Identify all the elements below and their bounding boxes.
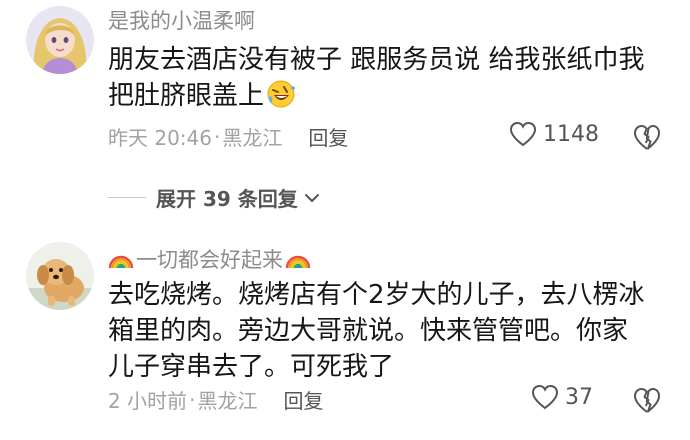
location: 黑龙江 (222, 126, 283, 150)
heart-icon (531, 384, 559, 410)
like-button[interactable]: 1148 (509, 121, 599, 147)
like-count: 37 (565, 384, 593, 410)
like-count: 1148 (543, 121, 599, 147)
comment-text: 去吃烧烤。烧烤店有个2岁大的儿子，去八楞冰 箱里的肉。旁边大哥就说。快来管管吧。… (108, 277, 668, 385)
like-button[interactable]: 37 (531, 384, 593, 410)
comment-line: 箱里的肉。旁边大哥就说。快来管管吧。你家 (108, 316, 629, 346)
comment-line: 把肚脐眼盖上 (108, 81, 265, 111)
heart-icon (509, 121, 537, 147)
comment-meta: 2 小时前 · 黑龙江 回复 (108, 385, 323, 414)
reply-button[interactable]: 回复 (308, 122, 348, 151)
location: 黑龙江 (197, 389, 258, 413)
separator: · (214, 124, 221, 149)
timestamp: 2 小时前 (108, 389, 188, 413)
expand-replies-button[interactable]: 展开 39 条回复 (108, 183, 320, 212)
expand-replies-label: 展开 39 条回复 (156, 187, 298, 211)
separator: · (189, 387, 196, 412)
comment-meta: 昨天 20:46 · 黑龙江 回复 (108, 122, 348, 151)
comment-line: 儿子穿串去了。可死我了 (108, 352, 395, 382)
username-text: 一切都会好起来 (136, 248, 283, 272)
comment-text: 朋友去酒店没有被子 跟服务员说 给我张纸巾我 把肚脐眼盖上 (108, 42, 668, 114)
avatar[interactable] (26, 6, 94, 74)
comment-line-with-emoji: 把肚脐眼盖上 (108, 78, 668, 114)
comment-line: 去吃烧烤。烧烤店有个2岁大的儿子，去八楞冰 (108, 280, 645, 310)
broken-heart-icon[interactable] (632, 385, 662, 415)
reply-button[interactable]: 回复 (283, 385, 323, 414)
timestamp: 昨天 20:46 (108, 126, 212, 150)
broken-heart-icon[interactable] (632, 122, 662, 152)
username[interactable]: 是我的小温柔啊 (108, 5, 255, 35)
username[interactable]: 一切都会好起来 (108, 244, 311, 274)
rainbow-icon (108, 255, 134, 269)
chevron-down-icon (304, 193, 319, 202)
avatar[interactable] (26, 242, 94, 310)
comment-line: 朋友去酒店没有被子 跟服务员说 给我张纸巾我 (108, 45, 645, 75)
rainbow-icon (285, 255, 311, 269)
rolling-laughing-face-icon (267, 80, 296, 108)
divider (108, 197, 146, 198)
